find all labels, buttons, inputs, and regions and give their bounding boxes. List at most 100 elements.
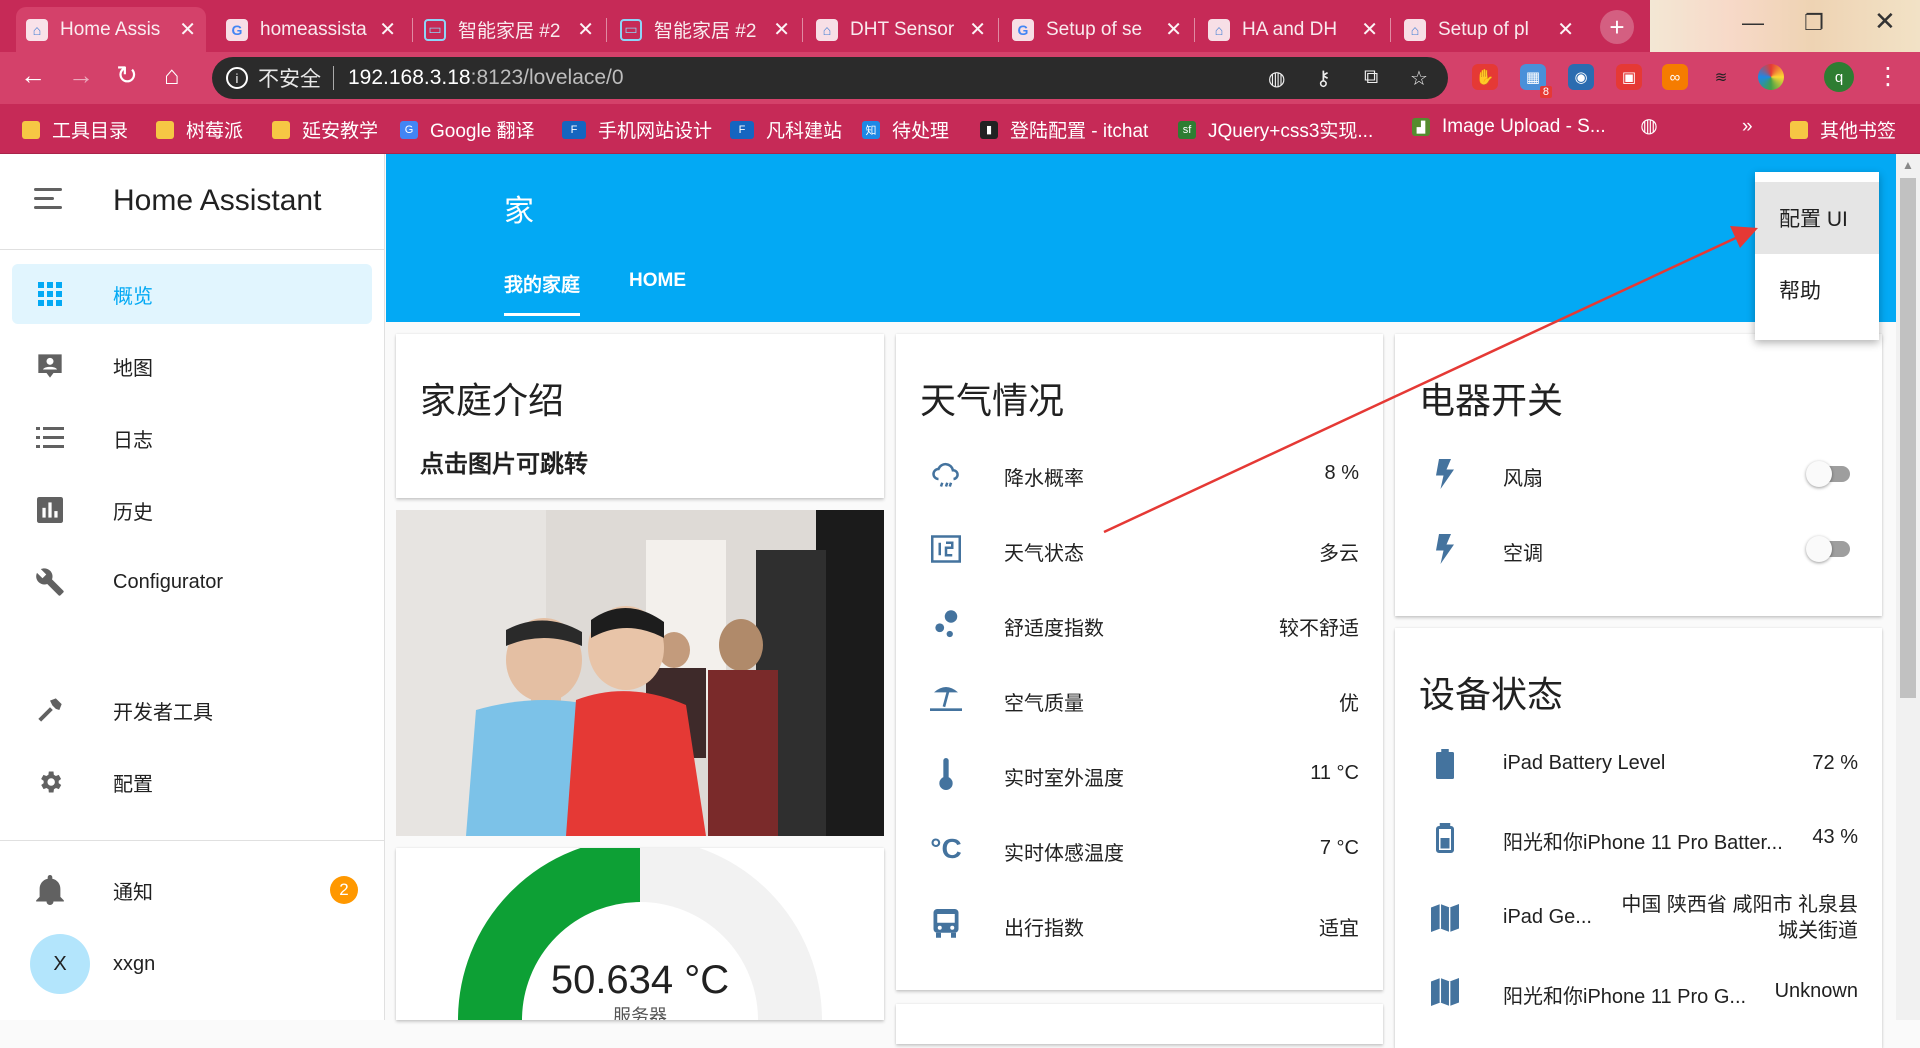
close-tab-icon[interactable]: ✕ bbox=[179, 17, 196, 42]
sidebar-item-settings[interactable]: 配置 bbox=[12, 752, 372, 812]
bookmark-item[interactable]: G Google 翻译 bbox=[400, 116, 535, 143]
translate-icon[interactable]: ⧉ bbox=[1364, 66, 1378, 89]
bookmark-item[interactable]: F 凡科建站 bbox=[730, 116, 842, 143]
card-subtitle: 点击图片可跳转 bbox=[420, 451, 588, 478]
bookmark-item[interactable]: 树莓派 bbox=[156, 116, 243, 143]
color-extension-icon[interactable] bbox=[1758, 64, 1784, 90]
menu-icon[interactable] bbox=[34, 188, 62, 210]
bookmark-item[interactable]: ▟ Image Upload - S... bbox=[1412, 116, 1606, 138]
family-photo[interactable] bbox=[396, 510, 884, 836]
star-icon[interactable]: ☆ bbox=[1410, 66, 1428, 91]
entity-row[interactable]: 阳光和你iPhone 11 Pro Batter... 43 % bbox=[1395, 808, 1882, 868]
other-bookmarks[interactable]: 其他书签 bbox=[1790, 116, 1896, 143]
menu-item-help[interactable]: 帮助 bbox=[1755, 254, 1879, 326]
owl-extension-icon[interactable]: ◉ bbox=[1568, 64, 1594, 90]
close-window-icon[interactable]: ✕ bbox=[1874, 6, 1896, 37]
tab-dht-sensor[interactable]: ⌂ DHT Sensor ✕ bbox=[806, 7, 996, 52]
tab-home[interactable]: HOME bbox=[629, 270, 686, 292]
entity-row[interactable]: iPad Ge... 中国 陕西省 咸阳市 礼泉县 城关街道 bbox=[1395, 882, 1882, 952]
dict-extension-icon[interactable]: ≋ bbox=[1708, 64, 1734, 90]
close-tab-icon[interactable]: ✕ bbox=[577, 17, 594, 42]
cookie-blocked-icon[interactable]: ◍ bbox=[1268, 66, 1285, 91]
row-value: 11 °C bbox=[1310, 762, 1359, 784]
entity-row[interactable]: 天气状态 多云 bbox=[896, 519, 1383, 579]
bookmark-label: 树莓派 bbox=[186, 121, 244, 142]
bookmark-item[interactable]: 工具目录 bbox=[22, 116, 128, 143]
sidebar-item-overview[interactable]: 概览 bbox=[12, 264, 372, 324]
sidebar-item-logbook[interactable]: 日志 bbox=[12, 408, 372, 468]
entity-row[interactable]: 降水概率 8 % bbox=[896, 444, 1383, 504]
more-menu-icon[interactable]: ⋮ bbox=[1876, 62, 1900, 91]
close-tab-icon[interactable]: ✕ bbox=[1165, 17, 1182, 42]
tab-smart-home-1[interactable]: ▭ 智能家居 #2 ✕ bbox=[414, 7, 604, 52]
sidebar-item-map[interactable]: 地图 bbox=[12, 336, 372, 396]
tab-smart-home-2[interactable]: ▭ 智能家居 #2 ✕ bbox=[610, 7, 800, 52]
infinity-extension-icon[interactable]: ∞ bbox=[1662, 64, 1688, 90]
entity-row[interactable]: 空气质量 优 bbox=[896, 669, 1383, 729]
menu-item-configure-ui[interactable]: 配置 UI bbox=[1755, 182, 1879, 254]
sidebar-item-configurator[interactable]: Configurator bbox=[12, 552, 372, 612]
close-tab-icon[interactable]: ✕ bbox=[773, 17, 790, 42]
adblock-icon[interactable]: ✋ bbox=[1472, 64, 1498, 90]
close-tab-icon[interactable]: ✕ bbox=[1361, 17, 1378, 42]
close-tab-icon[interactable]: ✕ bbox=[1557, 17, 1574, 42]
sidebar-item-label: 开发者工具 bbox=[113, 701, 213, 724]
red-extension-icon[interactable]: ▣ bbox=[1616, 64, 1642, 90]
sidebar-item-label: 概览 bbox=[113, 285, 153, 308]
close-tab-icon[interactable]: ✕ bbox=[379, 17, 396, 42]
tab-homeassistant-search[interactable]: G homeassista ✕ bbox=[216, 7, 406, 52]
restore-icon[interactable]: ❐ bbox=[1804, 10, 1824, 36]
next-card bbox=[896, 1004, 1383, 1044]
bookmark-item[interactable]: sf JQuery+css3实现... bbox=[1178, 116, 1373, 143]
minimize-icon[interactable]: — bbox=[1742, 10, 1764, 36]
new-tab-button[interactable]: + bbox=[1600, 10, 1634, 44]
address-divider bbox=[333, 66, 334, 90]
home-icon[interactable]: ⌂ bbox=[164, 60, 180, 91]
scrollbar[interactable]: ▲ bbox=[1896, 154, 1920, 1020]
sidebar-item-profile[interactable]: X xxgn bbox=[12, 922, 372, 1006]
sidebar-item-history[interactable]: 历史 bbox=[12, 480, 372, 540]
scroll-up-icon[interactable]: ▲ bbox=[1902, 158, 1914, 172]
row-value: 7 °C bbox=[1319, 837, 1359, 859]
battery-icon bbox=[1429, 822, 1461, 854]
tab-separator bbox=[606, 18, 607, 42]
entity-row[interactable]: 实时室外温度 11 °C bbox=[896, 744, 1383, 804]
row-value: 8 % bbox=[1324, 462, 1359, 484]
address-bar[interactable]: i 不安全 192.168.3.18:8123/lovelace/0 bbox=[212, 57, 1448, 99]
sidebar-item-notifications[interactable]: 通知 2 bbox=[12, 860, 372, 920]
sidebar-item-developer-tools[interactable]: 开发者工具 bbox=[12, 680, 372, 740]
card-title: 天气情况 bbox=[920, 380, 1065, 421]
back-icon[interactable]: ← bbox=[20, 60, 46, 91]
flash-icon bbox=[1429, 533, 1461, 565]
profile-avatar[interactable]: q bbox=[1824, 62, 1854, 92]
entity-row[interactable]: 阳光和你iPhone 11 Pro G... Unknown bbox=[1395, 962, 1882, 1022]
forward-icon[interactable]: → bbox=[68, 60, 94, 91]
bookmark-item[interactable]: ◍ bbox=[1640, 115, 1670, 137]
entity-row[interactable]: °C 实时体感温度 7 °C bbox=[896, 819, 1383, 879]
ac-toggle[interactable] bbox=[1806, 536, 1850, 562]
bookmark-item[interactable]: ▮ 登陆配置 - itchat bbox=[980, 116, 1148, 143]
tab-home-assistant[interactable]: ⌂ Home Assis ✕ bbox=[16, 7, 206, 52]
switch-row-ac[interactable]: 空调 bbox=[1395, 519, 1882, 579]
tab-ha-and-dht[interactable]: ⌂ HA and DH ✕ bbox=[1198, 7, 1388, 52]
bookmark-item[interactable]: 延安教学 bbox=[272, 116, 378, 143]
entity-row[interactable]: iPad Battery Level 72 % bbox=[1395, 734, 1882, 794]
reload-icon[interactable]: ↻ bbox=[116, 60, 138, 91]
sidebar-item-label: Configurator bbox=[113, 570, 224, 593]
entity-row[interactable]: 出行指数 适宜 bbox=[896, 894, 1383, 954]
switch-row-fan[interactable]: 风扇 bbox=[1395, 444, 1882, 504]
entity-row[interactable]: 舒适度指数 较不舒适 bbox=[896, 594, 1383, 654]
close-tab-icon[interactable]: ✕ bbox=[969, 17, 986, 42]
scrollbar-thumb[interactable] bbox=[1900, 178, 1916, 698]
key-icon[interactable]: ⚷ bbox=[1316, 66, 1331, 91]
hammer-icon bbox=[34, 694, 66, 726]
bookmark-item[interactable]: F 手机网站设计 bbox=[562, 116, 712, 143]
fan-toggle[interactable] bbox=[1806, 461, 1850, 487]
tab-setup-search[interactable]: G Setup of se ✕ bbox=[1002, 7, 1192, 52]
more-bookmarks-button[interactable]: » bbox=[1742, 116, 1753, 138]
bookmark-item[interactable]: 知待处理 bbox=[862, 116, 949, 143]
tab-my-home[interactable]: 我的家庭 bbox=[504, 270, 581, 316]
tab-setup-of-pl[interactable]: ⌂ Setup of pl ✕ bbox=[1394, 7, 1584, 52]
extension-grid-icon[interactable]: ▦ 8 bbox=[1520, 64, 1552, 98]
info-icon[interactable]: i bbox=[226, 67, 248, 89]
